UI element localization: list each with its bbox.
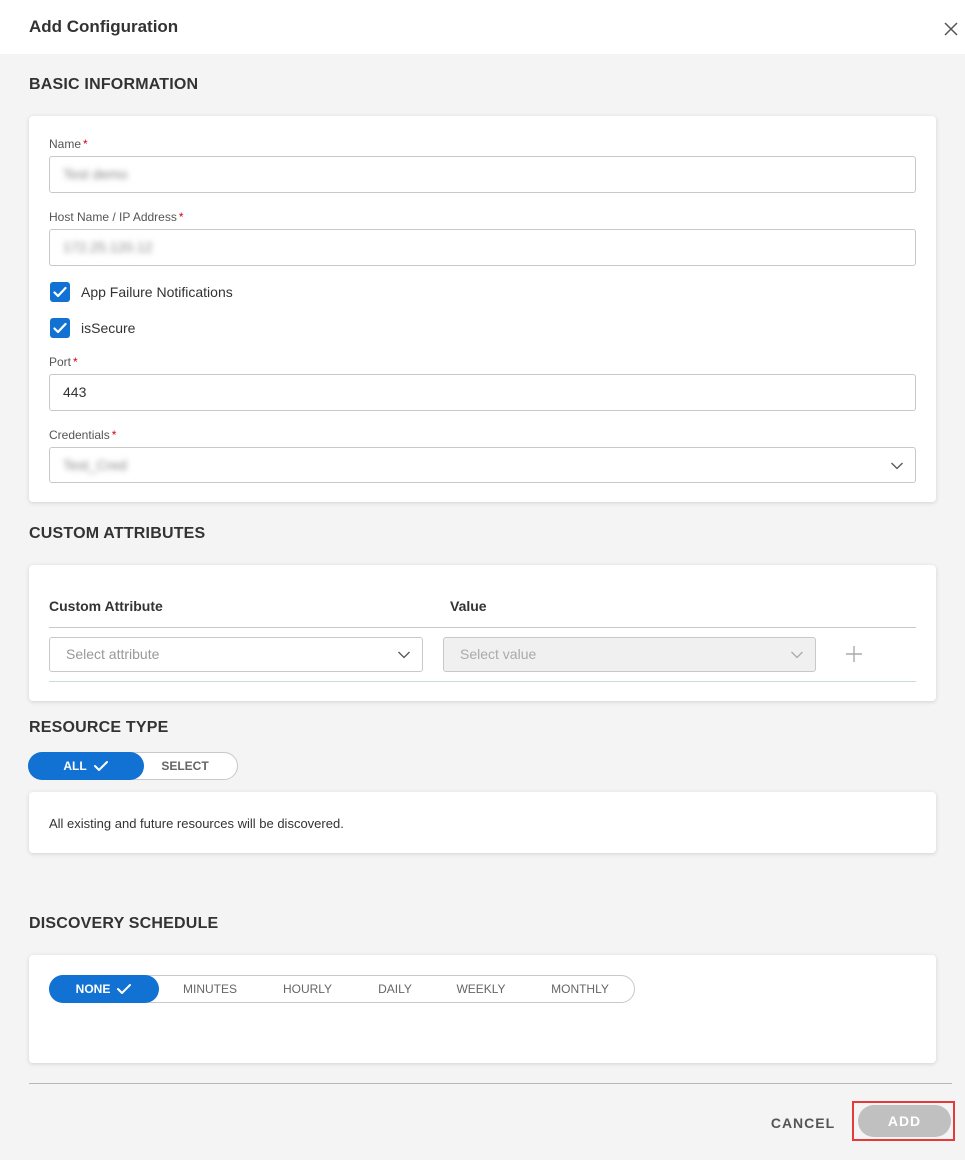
- resource-type-toggle: ALL SELECT: [28, 752, 238, 780]
- required-mark: *: [83, 137, 88, 151]
- required-mark: *: [73, 355, 78, 369]
- resource-type-description: All existing and future resources will b…: [49, 816, 344, 831]
- value-select[interactable]: Select value: [443, 637, 816, 672]
- schedule-daily-option[interactable]: DAILY: [354, 975, 436, 1003]
- port-value: 443: [63, 384, 87, 400]
- is-secure-checkbox[interactable]: [50, 318, 70, 338]
- host-label: Host Name / IP Address *: [49, 210, 184, 224]
- schedule-hourly-option[interactable]: HOURLY: [261, 975, 354, 1003]
- value-placeholder: Select value: [460, 646, 537, 662]
- header-divider: [49, 627, 916, 628]
- port-input[interactable]: 443: [49, 374, 916, 411]
- resource-type-title: RESOURCE TYPE: [29, 719, 169, 736]
- port-label: Port *: [49, 355, 78, 369]
- footer-divider: [29, 1083, 952, 1084]
- required-mark: *: [178, 210, 184, 224]
- cancel-button[interactable]: CANCEL: [763, 1108, 843, 1138]
- host-value: 172.25.120.12: [63, 239, 153, 255]
- app-failure-checkbox[interactable]: [50, 282, 70, 302]
- resource-type-select-option[interactable]: SELECT: [144, 752, 226, 780]
- app-failure-notifications-row[interactable]: App Failure Notifications: [50, 281, 233, 303]
- custom-attributes-card: Custom Attribute Value Select attribute …: [29, 565, 936, 701]
- chevron-down-icon: [891, 462, 903, 470]
- name-value: Test demo: [63, 166, 128, 182]
- check-icon: [53, 322, 67, 334]
- value-column-header: Value: [450, 598, 487, 614]
- credentials-label: Credentials *: [49, 428, 117, 442]
- add-attribute-plus-icon[interactable]: [844, 644, 864, 664]
- is-secure-label: isSecure: [81, 320, 136, 336]
- check-icon: [93, 761, 108, 771]
- check-icon: [117, 984, 132, 994]
- resource-type-card: All existing and future resources will b…: [29, 792, 936, 853]
- schedule-none-option[interactable]: NONE: [49, 975, 159, 1003]
- is-secure-row[interactable]: isSecure: [50, 317, 135, 339]
- close-icon[interactable]: [940, 18, 962, 40]
- discovery-schedule-title: DISCOVERY SCHEDULE: [29, 915, 219, 932]
- required-mark: *: [111, 428, 117, 442]
- app-failure-label: App Failure Notifications: [81, 284, 233, 300]
- credentials-select[interactable]: Test_Cred: [49, 447, 916, 483]
- chevron-down-icon: [398, 651, 410, 659]
- attribute-placeholder: Select attribute: [66, 646, 160, 662]
- dialog-title: Add Configuration: [29, 17, 179, 36]
- schedule-weekly-option[interactable]: WEEKLY: [436, 975, 526, 1003]
- chevron-down-icon: [791, 651, 803, 659]
- schedule-minutes-option[interactable]: MINUTES: [159, 975, 261, 1003]
- add-button[interactable]: ADD: [858, 1105, 951, 1137]
- row-divider: [49, 681, 916, 682]
- discovery-schedule-toggle: NONE MINUTES HOURLY DAILY WEEKLY MONTHLY: [49, 975, 635, 1003]
- host-input[interactable]: 172.25.120.12: [49, 229, 916, 266]
- basic-information-card: Name * Test demo Host Name / IP Address * …: [29, 116, 936, 502]
- add-button-highlight: ADD: [852, 1101, 955, 1141]
- check-icon: [53, 286, 67, 298]
- schedule-monthly-option[interactable]: MONTHLY: [526, 975, 634, 1003]
- custom-attributes-title: CUSTOM ATTRIBUTES: [29, 525, 206, 542]
- discovery-schedule-card: NONE MINUTES HOURLY DAILY WEEKLY MONTHLY: [29, 955, 936, 1063]
- name-input[interactable]: Test demo: [49, 156, 916, 193]
- custom-attribute-column-header: Custom Attribute: [49, 598, 163, 614]
- resource-type-all-option[interactable]: ALL: [28, 752, 144, 780]
- credentials-value: Test_Cred: [63, 457, 127, 473]
- dialog-header: Add Configuration: [0, 0, 965, 54]
- add-configuration-dialog: Add Configuration BASIC INFORMATION Name…: [0, 0, 965, 1160]
- name-label: Name *: [49, 137, 88, 151]
- attribute-select[interactable]: Select attribute: [49, 637, 423, 672]
- basic-information-title: BASIC INFORMATION: [29, 76, 199, 93]
